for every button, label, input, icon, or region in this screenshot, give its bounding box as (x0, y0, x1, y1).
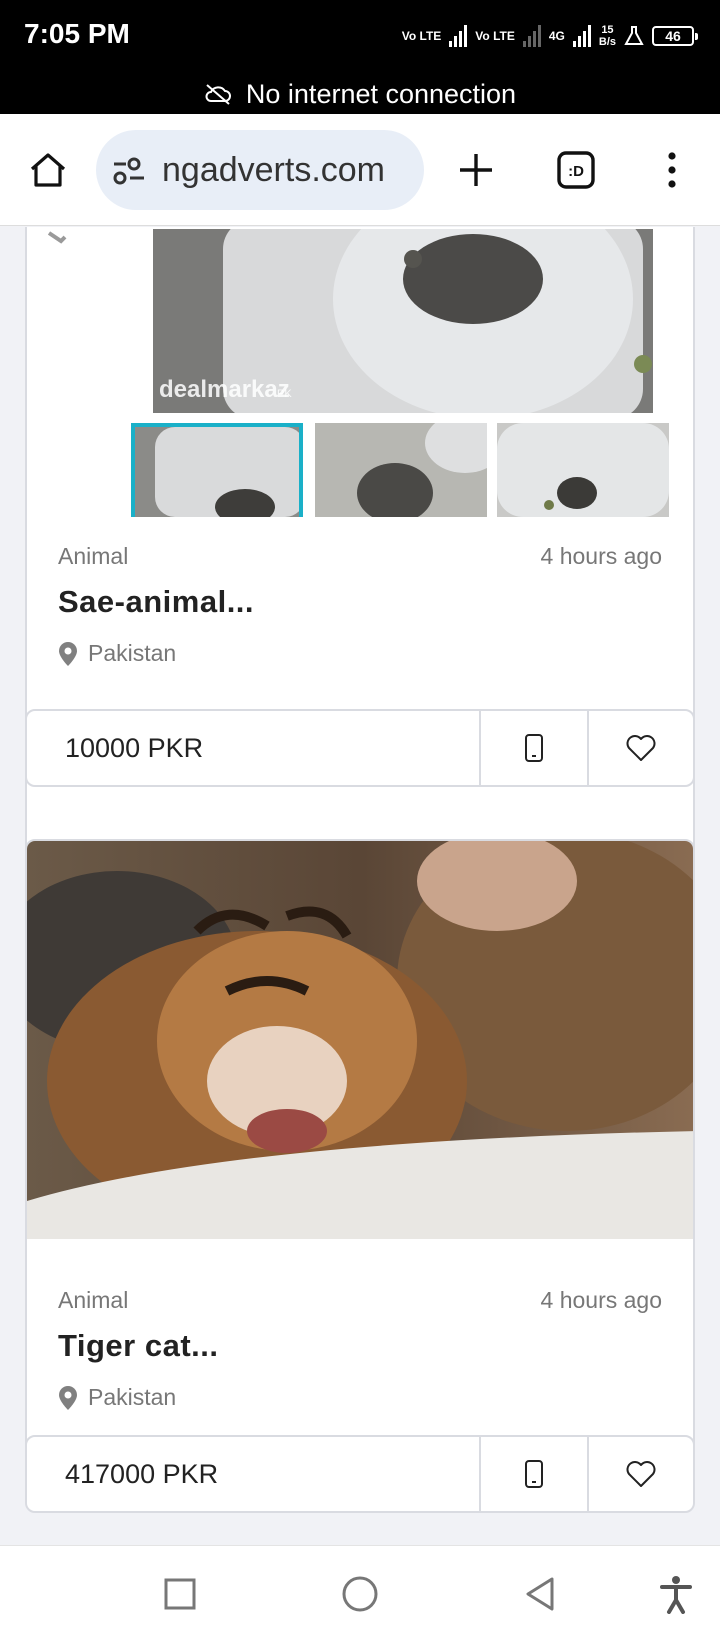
listing-title[interactable]: Tiger cat... (58, 1328, 662, 1364)
home-icon[interactable] (28, 150, 68, 190)
thumbnail-2[interactable] (315, 423, 487, 517)
listing-location-text: Pakistan (88, 1384, 177, 1410)
flask-icon (624, 26, 644, 45)
sim2-volte-label: Vo LTE (475, 29, 515, 43)
menu-icon[interactable] (652, 150, 692, 190)
thumbnail-1[interactable] (131, 423, 303, 517)
thumbnail-3[interactable] (497, 423, 669, 517)
listing-time: 4 hours ago (540, 1287, 662, 1313)
favorite-button[interactable] (587, 711, 693, 785)
back-icon[interactable] (520, 1574, 560, 1614)
watermark-suffix: PK (277, 388, 292, 400)
listing-price: 10000 PKR (65, 733, 204, 763)
listing-location: Pakistan (58, 1384, 662, 1411)
listings-feed[interactable]: dealmarkaz PK Animal 4 hours ago Sae-ani… (0, 227, 720, 1545)
arrow-icon[interactable] (45, 227, 73, 247)
listing-card[interactable]: Animal 4 hours ago Tiger cat... Pakistan… (25, 839, 695, 1513)
listing-time: 4 hours ago (540, 543, 662, 569)
status-bar: 7:05 PM Vo LTE Vo LTE 4G 15 B/s 46 (0, 0, 720, 74)
system-nav-bar (0, 1545, 720, 1640)
network-type-label: 4G (548, 29, 565, 43)
favorite-button[interactable] (587, 1437, 693, 1511)
listing-location: Pakistan (58, 640, 662, 667)
listing-location-text: Pakistan (88, 640, 177, 666)
tab-switcher-icon[interactable]: :D (556, 150, 596, 190)
tab-switcher-label: :D (568, 163, 584, 180)
status-icons: Vo LTE Vo LTE 4G 15 B/s 46 (401, 18, 698, 54)
address-bar[interactable]: ngadverts.com (96, 130, 424, 210)
offline-banner: No internet connection (0, 74, 720, 114)
new-tab-icon[interactable] (456, 150, 496, 190)
thumbnail-strip (131, 423, 671, 517)
watermark-text: dealmarkaz (159, 376, 290, 403)
location-pin-icon (59, 1385, 77, 1410)
heart-icon (626, 735, 656, 761)
recents-icon[interactable] (160, 1574, 200, 1614)
battery-icon: 46 (652, 26, 698, 46)
listing-title[interactable]: Sae-animal... (58, 584, 662, 620)
browser-toolbar: ngadverts.com :D (0, 114, 720, 226)
listing-price: 417000 PKR (65, 1459, 219, 1489)
speed-unit: B/s (598, 36, 616, 48)
signal-1-icon (449, 25, 468, 47)
url-text: ngadverts.com (162, 151, 385, 189)
call-button[interactable] (479, 711, 587, 785)
call-button[interactable] (479, 1437, 587, 1511)
status-time: 7:05 PM (24, 18, 130, 49)
home-circle-icon[interactable] (340, 1574, 380, 1614)
accessibility-icon[interactable] (656, 1574, 696, 1614)
signal-2-icon (522, 25, 541, 47)
listing-meta: Animal 4 hours ago Sae-animal... Pakista… (58, 543, 662, 667)
cloud-off-icon (205, 84, 231, 105)
location-pin-icon (59, 641, 77, 666)
signal-3-icon (572, 25, 591, 47)
listing-main-image[interactable]: dealmarkaz PK (153, 229, 653, 413)
heart-icon (626, 1461, 656, 1487)
price-bar: 417000 PKR (27, 1435, 693, 1511)
site-settings-icon[interactable] (112, 156, 146, 186)
listing-meta: Animal 4 hours ago Tiger cat... Pakistan (58, 1287, 662, 1411)
phone-icon (525, 1460, 543, 1488)
speed-value: 15 (601, 24, 614, 36)
phone-icon (525, 734, 543, 762)
offline-text: No internet connection (245, 78, 517, 109)
sim1-volte-label: Vo LTE (401, 29, 442, 43)
listing-main-image[interactable] (27, 841, 695, 1239)
price-bar: 10000 PKR (27, 709, 693, 787)
network-speed: 15 B/s (599, 24, 616, 48)
